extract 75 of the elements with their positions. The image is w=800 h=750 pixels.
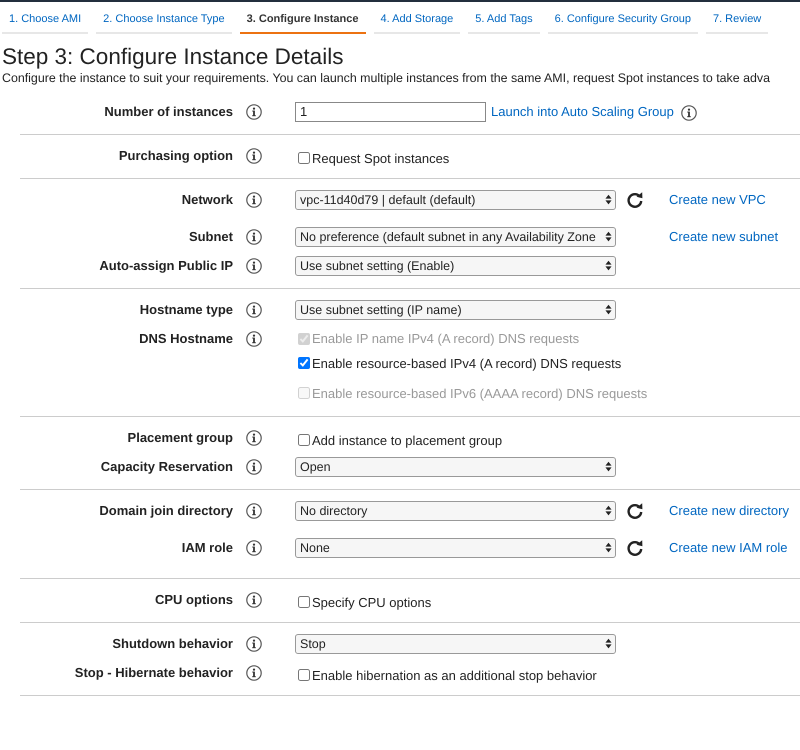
link[interactable]: Create new directory [669, 503, 789, 518]
info-icon[interactable] [680, 104, 697, 120]
dropdown-arrows-icon [605, 194, 612, 205]
info-icon[interactable] [246, 229, 262, 245]
dropdown[interactable]: Use subnet setting (Enable) [295, 256, 616, 276]
field-label: Shutdown behavior [111, 635, 233, 652]
checkbox-label: Enable IP name IPv4 (A record) DNS requests [312, 331, 580, 346]
dropdown-arrows-icon [605, 231, 612, 242]
info-icon[interactable] [246, 258, 262, 274]
wizard-step-tab[interactable]: 5. Add Tags [468, 8, 540, 34]
dropdown-arrows-icon [605, 505, 612, 516]
refresh-icon[interactable] [626, 538, 644, 556]
field-label: Domain join directory [98, 502, 233, 519]
info-icon[interactable] [246, 302, 262, 318]
link[interactable]: Create new IAM role [669, 540, 788, 555]
wizard-step-tab[interactable]: 7. Review [706, 8, 768, 34]
dropdown-arrows-icon [605, 260, 612, 271]
dropdown[interactable]: Stop [295, 634, 616, 654]
dropdown-arrows-icon [605, 304, 612, 315]
field-label: Hostname type [138, 301, 233, 318]
refresh-icon[interactable] [626, 502, 644, 520]
checkbox-label: Add instance to placement group [312, 432, 502, 448]
field-label: Network [180, 191, 233, 208]
field-label: CPU options [154, 591, 233, 608]
refresh-icon[interactable] [626, 190, 644, 208]
info-icon[interactable] [246, 104, 262, 120]
checkbox[interactable] [298, 152, 310, 164]
dropdown[interactable]: Use subnet setting (IP name) [295, 300, 616, 320]
field-label: Auto-assign Public IP [98, 257, 233, 274]
checkbox[interactable] [298, 669, 310, 681]
field-label: Number of instances [103, 103, 233, 120]
wizard-step-tab[interactable]: 1. Choose AMI [2, 8, 88, 34]
wizard-step-tab[interactable]: 3. Configure Instance [240, 8, 366, 34]
info-icon[interactable] [246, 540, 262, 556]
info-icon[interactable] [246, 636, 262, 652]
field-label: IAM role [180, 539, 233, 556]
info-icon[interactable] [246, 459, 262, 475]
wizard-step-tab[interactable]: 4. Add Storage [374, 8, 460, 34]
info-icon[interactable] [246, 430, 262, 446]
field-label: Stop - Hibernate behavior [74, 664, 233, 681]
dropdown-arrows-icon [605, 542, 612, 553]
dropdown[interactable]: No preference (default subnet in any Availability Zone [295, 226, 616, 246]
dropdown-arrows-icon [605, 638, 612, 649]
page-title: Step 3: Configure Instance Details [2, 44, 344, 70]
dropdown[interactable]: No directory [295, 500, 616, 520]
number-input[interactable]: 1 [295, 102, 486, 122]
field-label: Purchasing option [118, 147, 233, 164]
info-icon[interactable] [246, 503, 262, 519]
dropdown[interactable]: vpc-11d40d79 | default (default) [295, 190, 616, 210]
info-icon[interactable] [246, 592, 262, 608]
info-icon[interactable] [246, 331, 262, 347]
dropdown[interactable]: None [295, 538, 616, 558]
checkbox[interactable] [298, 434, 310, 446]
checkbox-label: Specify CPU options [312, 594, 432, 610]
field-label: Capacity Reservation [100, 458, 233, 475]
wizard-step-tab[interactable]: 2. Choose Instance Type [96, 8, 232, 34]
info-icon[interactable] [246, 148, 262, 164]
wizard-step-tab[interactable]: 6. Configure Security Group [548, 8, 698, 34]
info-icon[interactable] [246, 665, 262, 681]
checkbox[interactable] [298, 357, 310, 369]
dropdown[interactable]: Open [295, 456, 616, 476]
link[interactable]: Create new subnet [669, 229, 778, 244]
info-icon[interactable] [246, 192, 262, 208]
page-description: Configure the instance to suit your requirements. You can launch multiple instances from the same AMI, request Spot instances to take adva [2, 70, 771, 86]
field-label: Subnet [188, 228, 233, 245]
field-label: DNS Hostname [138, 330, 233, 347]
field-label: Placement group [126, 429, 233, 446]
checkbox-label: Enable hibernation as an additional stop behavior [312, 668, 597, 682]
link[interactable]: Launch into Auto Scaling Group [491, 104, 674, 119]
checkbox-label: Enable resource-based IPv4 (A record) DNS requests [312, 356, 622, 370]
link[interactable]: Create new VPC [669, 192, 766, 207]
checkbox-label: Enable resource-based IPv6 (AAAA record) DNS requests [312, 386, 648, 400]
checkbox-label: Request Spot instances [312, 150, 450, 166]
dropdown-arrows-icon [605, 461, 612, 472]
checkbox[interactable] [298, 596, 310, 608]
